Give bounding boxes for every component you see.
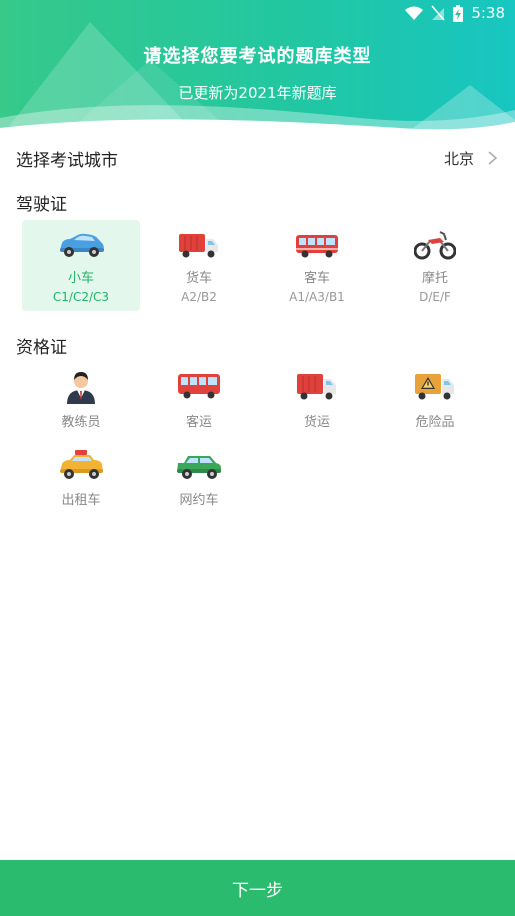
qualification-item-taxi[interactable]: 出租车 (22, 448, 140, 514)
qualification-section-title: 资格证 (16, 338, 67, 358)
item-code: A2/B2 (181, 290, 217, 304)
city-selector[interactable]: 选择考试城市 北京 (0, 140, 515, 176)
item-code: D/E/F (419, 290, 451, 304)
license-item-motorcycle[interactable]: 摩托 D/E/F (376, 220, 494, 311)
truck-icon (179, 234, 218, 258)
qualification-item-freight[interactable]: 货运 (258, 368, 376, 438)
item-name: 客车 (303, 271, 330, 286)
license-item-bus[interactable]: 客车 A1/A3/B1 (258, 220, 376, 311)
item-name: 货车 (185, 271, 212, 286)
page-title: 请选择您要考试的题库类型 (143, 46, 372, 67)
item-name: 出租车 (61, 493, 101, 508)
page-subtitle: 已更新为2021年新题库 (178, 84, 337, 102)
status-bar: 5:38 (405, 0, 515, 26)
bus-icon (296, 235, 338, 258)
item-name: 客运 (185, 415, 212, 430)
city-value-group[interactable]: 北京 (444, 148, 497, 169)
qualification-item-ride-hailing[interactable]: 网约车 (140, 448, 258, 514)
qualification-item-instructor[interactable]: 教练员 (22, 368, 140, 438)
battery-charging-icon (453, 4, 464, 22)
taxi-icon (60, 450, 103, 479)
item-name: 摩托 (421, 271, 448, 286)
item-code: A1/A3/B1 (289, 290, 345, 304)
hazmat-truck-icon (415, 374, 454, 400)
item-name: 货运 (303, 415, 330, 430)
wifi-icon (405, 6, 424, 20)
license-item-car[interactable]: 小车 C1/C2/C3 (22, 220, 140, 311)
license-item-truck[interactable]: 货车 A2/B2 (140, 220, 258, 311)
motorcycle-icon (414, 231, 456, 260)
item-name: 危险品 (415, 415, 455, 430)
header-banner: 5:38 请选择您要考试的题库类型 已更新为2021年新题库 (0, 0, 515, 138)
item-code: C1/C2/C3 (52, 290, 110, 304)
city-label: 选择考试城市 (16, 150, 118, 171)
signal-off-icon (431, 5, 445, 21)
item-name: 教练员 (61, 415, 101, 430)
passenger-bus-icon (178, 374, 220, 399)
ride-hailing-car-icon (177, 456, 221, 479)
driving-section-title: 驾驶证 (16, 195, 67, 215)
qualification-item-hazmat[interactable]: 危险品 (376, 368, 494, 438)
instructor-icon (67, 372, 95, 404)
city-value: 北京 (443, 149, 474, 168)
next-step-button[interactable]: 下一步 (0, 860, 515, 916)
freight-truck-icon (297, 374, 336, 400)
item-name: 网约车 (179, 493, 219, 508)
car-icon (60, 233, 104, 257)
item-name: 小车 (67, 271, 94, 286)
status-time: 5:38 (471, 4, 505, 22)
qualification-item-passenger[interactable]: 客运 (140, 368, 258, 438)
chevron-right-icon (488, 151, 497, 165)
